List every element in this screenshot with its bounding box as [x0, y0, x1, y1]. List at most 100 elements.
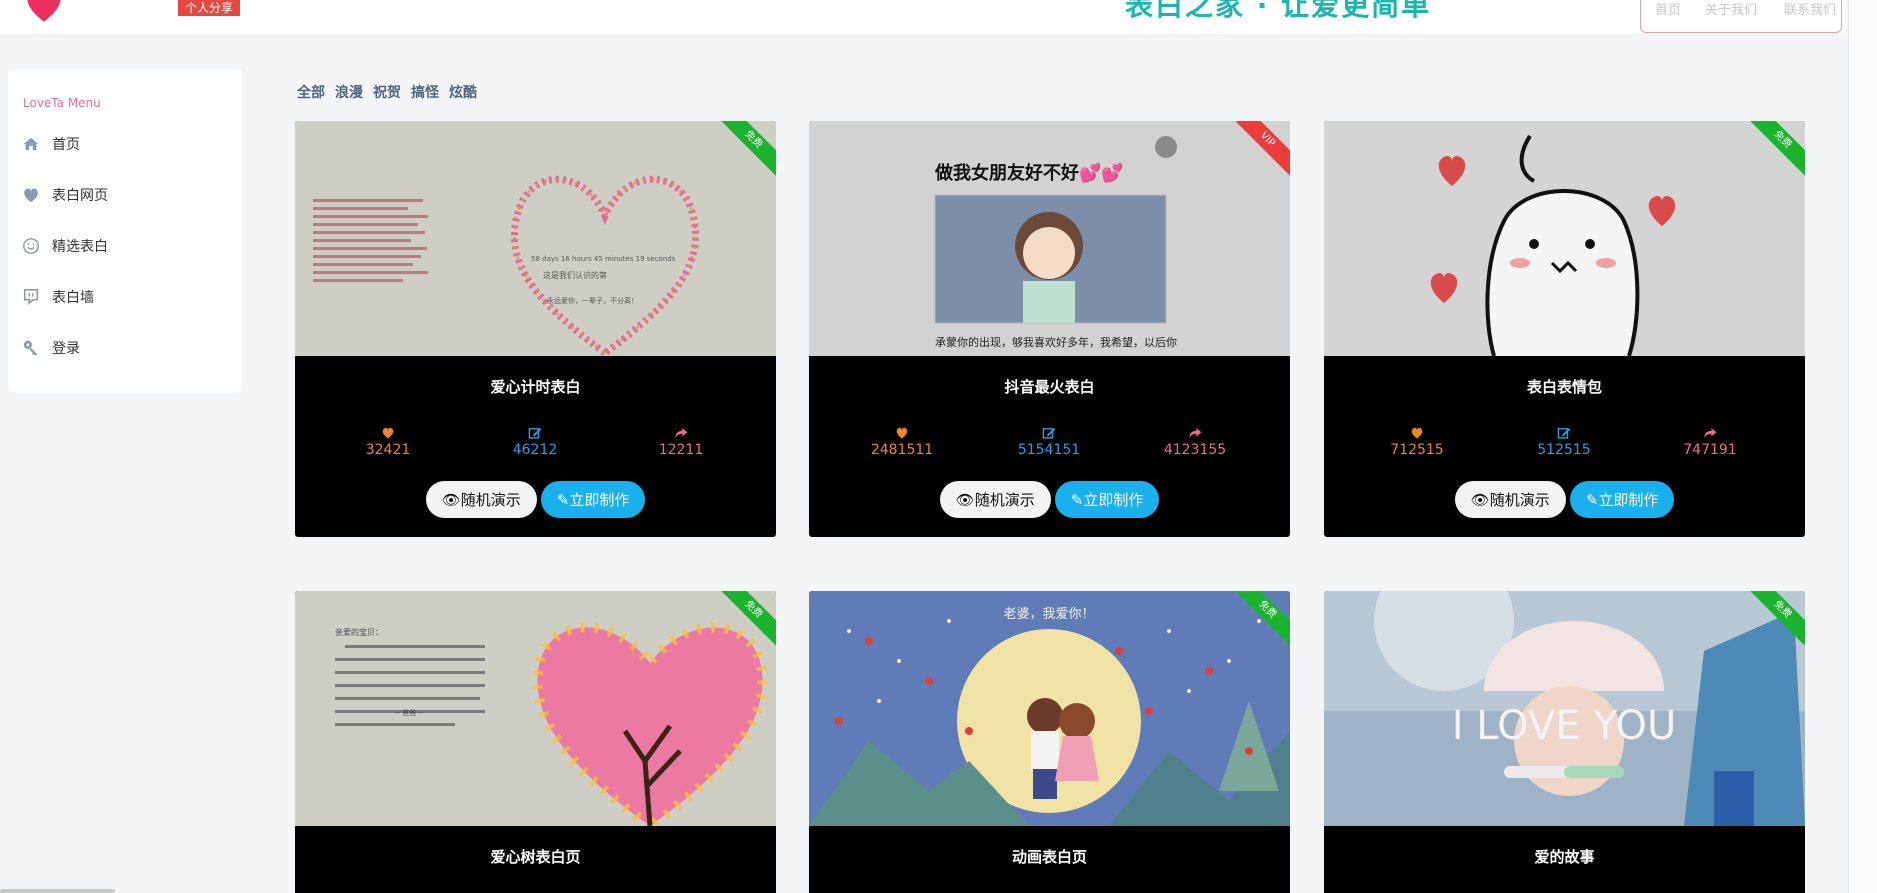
random-demo-button[interactable]: 👁 随机演示: [425, 481, 537, 518]
template-card: I LOVE YOU 免费 爱的故事: [1324, 591, 1805, 893]
likes-stat: 32421: [328, 426, 448, 458]
card-title[interactable]: 爱心树表白页: [295, 846, 776, 867]
make-now-button[interactable]: ✎ 立即制作: [1569, 481, 1675, 518]
nav-contact-link[interactable]: 联系我们: [1784, 0, 1836, 18]
template-card: 亲爱的宝贝： -- 爸爸 -- 免费 爱心树表白页: [295, 591, 776, 893]
filter-congrats[interactable]: 祝贺: [373, 82, 401, 102]
shares-count: 4123155: [1163, 442, 1227, 458]
sidebar-item-love-pages[interactable]: 表白网页: [22, 182, 108, 208]
category-filters: 全部 浪漫 祝贺 搞怪 炫酷: [297, 82, 477, 102]
sidebar-item-featured[interactable]: 精选表白: [22, 233, 108, 259]
edit-icon: [1557, 428, 1571, 439]
sidebar-item-label: 精选表白: [52, 239, 108, 255]
edits-count: 5154151: [1017, 442, 1081, 458]
likes-stat: 712515: [1357, 426, 1477, 458]
make-now-button[interactable]: ✎ 立即制作: [1054, 481, 1160, 518]
likes-count: 712515: [1390, 442, 1444, 458]
button-label: 随机演示: [1489, 491, 1550, 509]
sticker-preview: [1324, 121, 1805, 356]
edits-stat: 512515: [1504, 426, 1624, 458]
menu-title: LoveTa Menu: [23, 96, 101, 110]
edit-icon: ✎: [1585, 490, 1599, 509]
heart-icon: [382, 427, 394, 439]
random-demo-button[interactable]: 👁 随机演示: [1454, 481, 1566, 518]
share-icon: [1704, 428, 1717, 438]
filter-funny[interactable]: 搞怪: [411, 82, 439, 102]
top-bar: 个人分享 表白之家 · 让爱更简单 首页 关于我们 联系我们: [0, 0, 1846, 34]
sidebar-item-login[interactable]: 登录: [22, 335, 80, 361]
top-nav: 首页 关于我们 联系我们: [1640, 0, 1842, 33]
card-image-caption: 承蒙你的出现，够我喜欢好多年，我希望，以后你: [935, 335, 1177, 349]
eye-icon: 👁: [1470, 490, 1490, 509]
edits-count: 46212: [512, 442, 558, 458]
shares-stat: 4123155: [1135, 426, 1255, 458]
button-label: 立即制作: [1083, 491, 1144, 509]
edit-icon: ✎: [556, 490, 570, 509]
card-preview-image[interactable]: 老婆，我爱你！: [809, 591, 1290, 826]
nav-home-link[interactable]: 首页: [1655, 0, 1681, 18]
sidebar-menu: LoveTa Menu 首页 表白网页 精选表白 表白墙 登录: [8, 69, 242, 393]
card-title[interactable]: 爱心计时表白: [295, 376, 776, 397]
button-label: 随机演示: [974, 491, 1035, 509]
card-title[interactable]: 抖音最火表白: [809, 376, 1290, 397]
filter-cool[interactable]: 炫酷: [449, 82, 477, 102]
heart-icon: [1411, 427, 1423, 439]
card-title[interactable]: 表白表情包: [1324, 376, 1805, 397]
card-title[interactable]: 动画表白页: [809, 846, 1290, 867]
card-preview-image[interactable]: 这是我们认识的第 58 days 16 hours 45 minutes 19 …: [295, 121, 776, 356]
make-now-button[interactable]: ✎ 立即制作: [540, 481, 646, 518]
chat-icon: [23, 289, 39, 306]
shares-count: 12211: [658, 442, 704, 458]
animation-preview: 老婆，我爱你！: [809, 591, 1290, 826]
card-preview-image[interactable]: 亲爱的宝贝： -- 爸爸 --: [295, 591, 776, 826]
vertical-scrollbar[interactable]: [1848, 0, 1877, 893]
card-image-counter: 58 days 16 hours 45 minutes 19 seconds: [531, 255, 676, 263]
shares-stat: 747191: [1650, 426, 1770, 458]
card-actions: 👁 随机演示 ✎ 立即制作: [1324, 481, 1805, 518]
horizontal-scrollbar[interactable]: [0, 889, 115, 893]
sidebar-item-home[interactable]: 首页: [22, 131, 80, 157]
edit-icon: [528, 428, 542, 439]
sidebar-item-label: 首页: [52, 137, 80, 153]
card-preview-image[interactable]: [1324, 121, 1805, 356]
card-title[interactable]: 爱的故事: [1324, 846, 1805, 867]
edits-stat: 46212: [475, 426, 595, 458]
personal-share-tag: 个人分享: [178, 0, 241, 16]
smile-icon: [23, 238, 39, 254]
edit-icon: [1042, 428, 1056, 439]
sidebar-item-label: 表白网页: [52, 188, 108, 204]
card-preview-image[interactable]: I LOVE YOU: [1324, 591, 1805, 826]
key-icon: [23, 340, 38, 356]
heart-timer-preview: 这是我们认识的第 58 days 16 hours 45 minutes 19 …: [295, 121, 776, 356]
button-label: 立即制作: [1598, 491, 1659, 509]
button-label: 立即制作: [569, 491, 630, 509]
eye-icon: 👁: [441, 490, 461, 509]
tiktok-preview: 做我女朋友好不好💕💕 承蒙你的出现，够我喜欢好多年，我希望，以后你: [809, 121, 1290, 356]
heart-icon: [896, 427, 908, 439]
love-tree-preview: 亲爱的宝贝： -- 爸爸 --: [295, 591, 776, 826]
random-demo-button[interactable]: 👁 随机演示: [939, 481, 1051, 518]
eye-icon: 👁: [955, 490, 975, 509]
likes-stat: 2481511: [842, 426, 962, 458]
nav-about-link[interactable]: 关于我们: [1705, 0, 1757, 18]
card-image-heading: I LOVE YOU: [1452, 703, 1677, 749]
heart-icon: [24, 188, 38, 203]
card-image-sign: -- 爸爸 --: [395, 708, 424, 717]
home-icon: [23, 137, 39, 151]
site-banner: 表白之家 · 让爱更简单: [1125, 0, 1432, 22]
card-image-heading: 老婆，我爱你！: [1003, 607, 1094, 622]
likes-count: 32421: [365, 442, 411, 458]
sidebar-item-wall[interactable]: 表白墙: [22, 284, 94, 310]
card-preview-image[interactable]: 做我女朋友好不好💕💕 承蒙你的出现，够我喜欢好多年，我希望，以后你: [809, 121, 1290, 356]
likes-count: 2481511: [870, 442, 934, 458]
card-image-footer: 永远爱你，一辈子，不分离！: [547, 296, 638, 305]
filter-all[interactable]: 全部: [297, 82, 325, 102]
heart-logo-icon[interactable]: [22, 0, 66, 26]
share-icon: [1189, 428, 1202, 438]
shares-count: 747191: [1683, 442, 1737, 458]
edits-count: 512515: [1537, 442, 1591, 458]
sidebar-item-label: 表白墙: [52, 290, 94, 306]
sidebar-item-label: 登录: [52, 341, 80, 357]
filter-romantic[interactable]: 浪漫: [335, 82, 363, 102]
template-card: 这是我们认识的第 58 days 16 hours 45 minutes 19 …: [295, 121, 776, 537]
